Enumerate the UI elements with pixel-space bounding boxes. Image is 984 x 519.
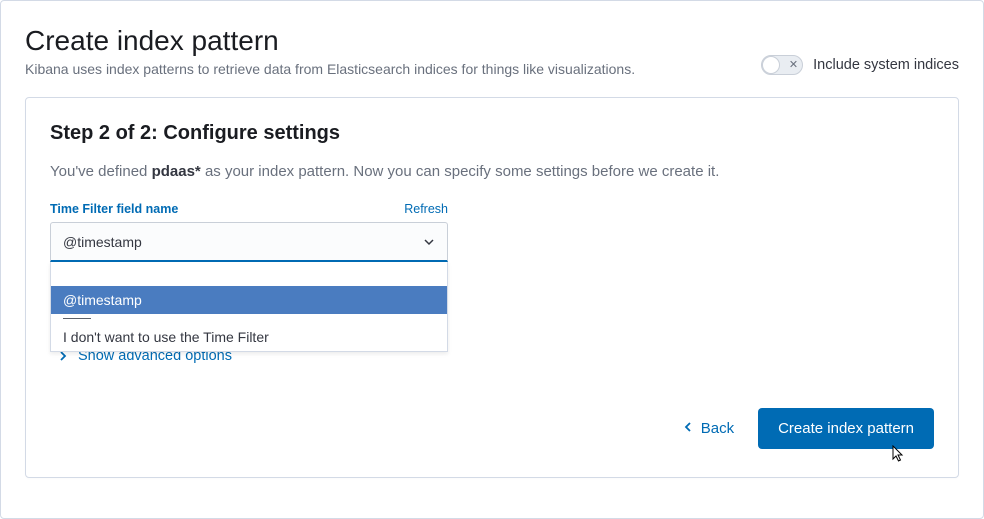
- defined-suffix: as your index pattern. Now you can speci…: [201, 163, 720, 180]
- cursor-icon: [892, 445, 906, 463]
- toggle-switch[interactable]: ✕: [761, 55, 803, 75]
- close-icon: ✕: [789, 60, 798, 71]
- create-index-pattern-button[interactable]: Create index pattern: [758, 408, 934, 449]
- create-index-pattern-page: Create index pattern Kibana uses index p…: [0, 0, 984, 519]
- toggle-knob: [762, 56, 780, 74]
- select-value: @timestamp: [63, 234, 142, 250]
- back-button[interactable]: Back: [683, 420, 734, 437]
- dropdown-option-timestamp[interactable]: @timestamp: [51, 286, 447, 314]
- include-system-indices-toggle[interactable]: ✕ Include system indices: [761, 55, 959, 75]
- chevron-left-icon: [683, 420, 693, 437]
- footer-actions: Back Create index pattern: [50, 408, 934, 449]
- back-label: Back: [701, 420, 734, 437]
- defined-prefix: You've defined: [50, 163, 152, 180]
- page-header: Create index pattern Kibana uses index p…: [25, 25, 959, 77]
- toggle-label: Include system indices: [813, 57, 959, 73]
- dropdown-divider: [63, 318, 91, 319]
- chevron-down-icon: [423, 236, 435, 248]
- field-label-row: Time Filter field name Refresh: [50, 202, 448, 216]
- refresh-link[interactable]: Refresh: [404, 202, 448, 216]
- dropdown-option-no-time-filter[interactable]: I don't want to use the Time Filter: [51, 323, 447, 351]
- page-subtitle: Kibana uses index patterns to retrieve d…: [25, 61, 761, 77]
- dropdown-blank-option[interactable]: [51, 262, 447, 286]
- pattern-name: pdaas*: [152, 163, 201, 180]
- create-label: Create index pattern: [778, 420, 914, 437]
- page-title: Create index pattern: [25, 25, 761, 57]
- pattern-defined-text: You've defined pdaas* as your index patt…: [50, 163, 934, 180]
- time-filter-label: Time Filter field name: [50, 202, 178, 216]
- time-filter-field-block: Time Filter field name Refresh @timestam…: [50, 202, 448, 262]
- configure-settings-panel: Step 2 of 2: Configure settings You've d…: [25, 97, 959, 478]
- header-text-block: Create index pattern Kibana uses index p…: [25, 25, 761, 77]
- time-filter-select[interactable]: @timestamp: [50, 222, 448, 262]
- step-title: Step 2 of 2: Configure settings: [50, 122, 934, 145]
- time-filter-dropdown: @timestamp I don't want to use the Time …: [50, 262, 448, 352]
